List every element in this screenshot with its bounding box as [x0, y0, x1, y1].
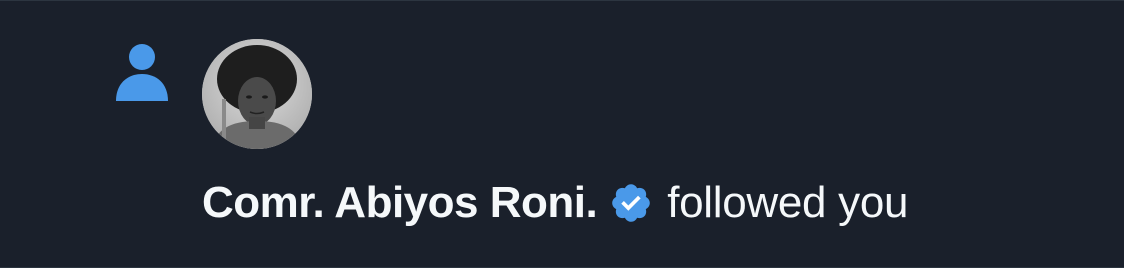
user-name-link[interactable]: Comr. Abiyos Roni. [202, 178, 598, 228]
avatar[interactable] [202, 39, 312, 149]
verified-badge-icon[interactable] [609, 181, 653, 225]
notification-text: Comr. Abiyos Roni. followed you [202, 173, 908, 233]
follow-notification[interactable]: Comr. Abiyos Roni. followed you [0, 0, 1124, 268]
person-icon [114, 43, 170, 103]
action-text: followed you [667, 178, 909, 227]
